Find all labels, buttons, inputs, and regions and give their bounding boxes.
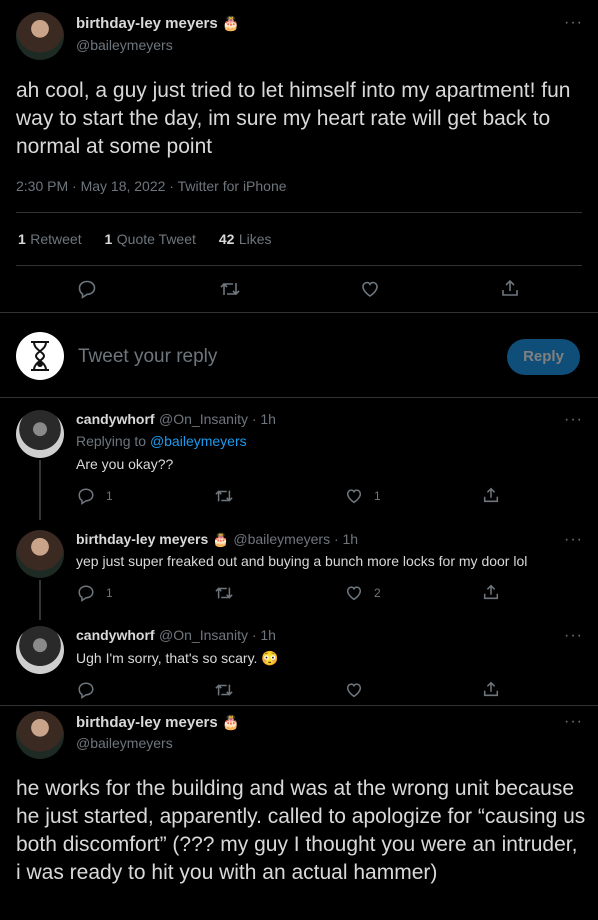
reply-display-name[interactable]: candywhorf [76,627,155,643]
cake-emoji: 🎂 [222,15,240,31]
tweet-text: ah cool, a guy just tried to let himself… [16,79,571,158]
reply-handle-time[interactable]: @On_Insanity · 1h [159,411,276,427]
reply-icon[interactable] [77,487,95,505]
reply-avatar[interactable] [16,410,64,458]
reply-handle-time[interactable]: @baileymeyers · 1h [233,531,358,547]
reply-icon[interactable] [77,279,97,299]
heart-icon[interactable] [345,681,363,699]
more-icon[interactable]: ··· [564,531,583,549]
handle[interactable]: @baileymeyers [76,37,173,53]
reply-text: yep just super freaked out and buying a … [76,553,528,569]
share-icon[interactable] [482,680,500,698]
heart-icon[interactable] [345,487,363,505]
heart-icon[interactable] [345,584,363,602]
reply-avatar[interactable] [16,530,64,578]
heart-icon[interactable] [360,279,380,299]
reply-handle-time[interactable]: @On_Insanity · 1h [159,627,276,643]
more-icon[interactable]: ··· [564,713,583,731]
retweet-icon[interactable] [214,681,234,699]
more-icon[interactable]: ··· [564,14,583,32]
retweet-icon[interactable] [214,487,234,505]
retweets-stat[interactable]: 1 Retweet [18,231,82,248]
avatar-main[interactable] [16,12,64,60]
cake-emoji: 🎂 [212,532,229,547]
share-icon[interactable] [482,583,500,601]
reply-display-name[interactable]: candywhorf [76,411,155,427]
reply-display-name[interactable]: birthday-ley meyers [76,531,208,547]
retweet-icon[interactable] [219,279,241,299]
reply-icon[interactable] [77,584,95,602]
composer-avatar [16,332,64,380]
reply-count: 1 [106,489,113,503]
cake-emoji: 🎂 [222,714,240,730]
handle[interactable]: @baileymeyers [76,735,173,751]
tweet-meta: 2:30 PM · May 18, 2022 · Twitter for iPh… [16,178,287,194]
flushed-emoji: 😳 [261,650,279,666]
like-count: 2 [374,586,381,600]
more-icon[interactable]: ··· [564,627,583,645]
reply-text: Are you okay?? [76,456,174,472]
display-name[interactable]: birthday-ley meyers [76,15,218,32]
reply-avatar[interactable] [16,626,64,674]
share-icon[interactable] [500,278,520,298]
replying-to-label: Replying to [76,433,147,449]
share-icon[interactable] [482,486,500,504]
reply-text: Ugh I'm sorry, that's so scary. [76,650,258,666]
reply-count: 1 [106,586,113,600]
tweet-text: he works for the building and was at the… [16,777,586,884]
reply-icon[interactable] [77,681,95,699]
replying-to-link[interactable]: @baileymeyers [150,433,247,449]
stats-row: 1 Retweet 1 Quote Tweet 42 Likes [18,231,272,249]
reply-button[interactable]: Reply [507,339,580,375]
more-icon[interactable]: ··· [564,411,583,429]
avatar-main[interactable] [16,711,64,759]
quote-tweets-stat[interactable]: 1 Quote Tweet [105,231,196,248]
likes-stat[interactable]: 42 Likes [219,231,272,248]
display-name[interactable]: birthday-ley meyers [76,714,218,731]
like-count: 1 [374,489,381,503]
reply-input[interactable] [78,343,478,371]
retweet-icon[interactable] [214,584,234,602]
